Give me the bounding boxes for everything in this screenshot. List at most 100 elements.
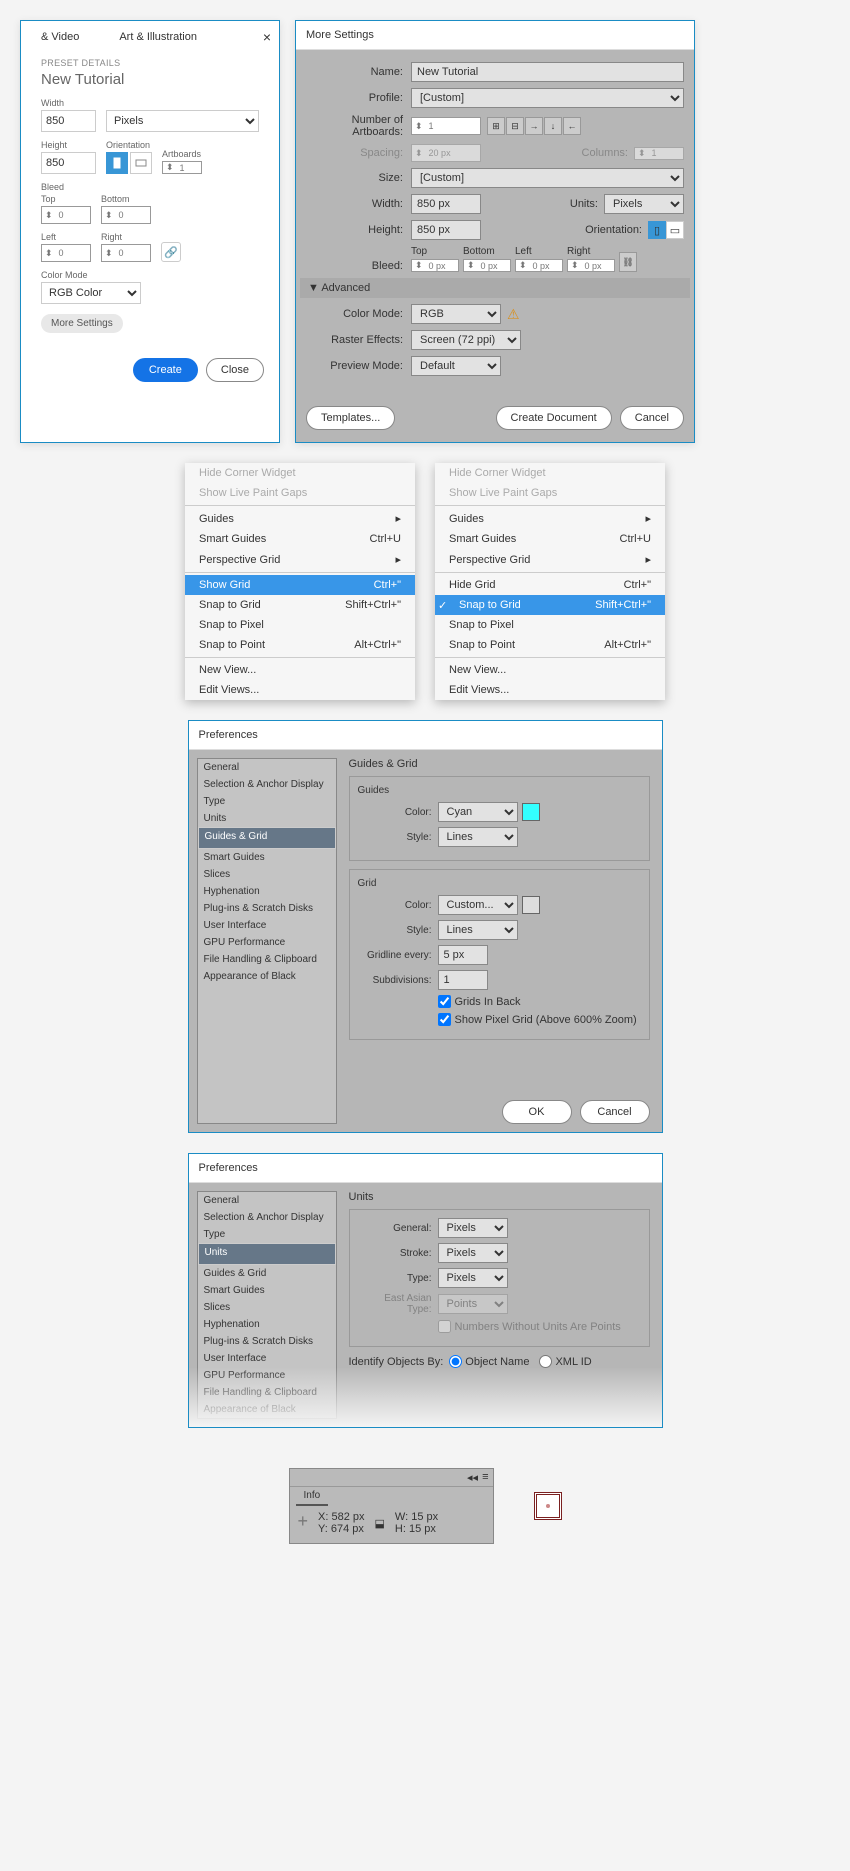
menu-perspective[interactable]: Perspective Grid▸ — [435, 549, 665, 570]
color-swatch[interactable] — [522, 803, 540, 821]
close-icon[interactable]: × — [263, 29, 271, 45]
menu-guides[interactable]: Guides▸ — [185, 508, 415, 529]
menu-new-view[interactable]: New View... — [435, 660, 665, 680]
cancel-button[interactable]: Cancel — [580, 1100, 650, 1124]
ms-units[interactable]: Pixels — [604, 194, 684, 214]
menu-snap-grid[interactable]: ✓Snap to GridShift+Ctrl+" — [435, 595, 665, 615]
profile-select[interactable]: [Custom] — [411, 88, 684, 108]
prefs-cat[interactable]: Guides & Grid — [198, 827, 336, 849]
info-tab[interactable]: Info — [296, 1487, 329, 1506]
units-stroke[interactable]: Pixels — [438, 1243, 508, 1263]
menu-new-view[interactable]: New View... — [185, 660, 415, 680]
artboards-count[interactable]: ⬍1 — [411, 117, 481, 135]
prefs-cat[interactable]: Selection & Anchor Display — [198, 776, 336, 793]
name-input[interactable] — [411, 62, 684, 82]
prefs-cat[interactable]: Units — [198, 1243, 336, 1265]
create-button[interactable]: Create — [133, 358, 198, 382]
prefs-cat[interactable]: Smart Guides — [198, 849, 336, 866]
artboards-stepper[interactable]: ⬍1 — [162, 161, 202, 174]
menu-guides[interactable]: Guides▸ — [435, 508, 665, 529]
units-select[interactable]: Pixels — [106, 110, 259, 132]
link-icon[interactable]: 🔗 — [161, 242, 181, 262]
menu-edit-views[interactable]: Edit Views... — [435, 680, 665, 700]
prefs-cat[interactable]: Hyphenation — [198, 1316, 336, 1333]
ms-width[interactable] — [411, 194, 481, 214]
collapse-icon[interactable]: ◂◂ — [467, 1471, 478, 1484]
cancel-button[interactable]: Cancel — [620, 406, 684, 430]
gridline-every[interactable] — [438, 945, 488, 965]
close-button[interactable]: Close — [206, 358, 264, 382]
landscape-icon[interactable]: ▭ — [666, 221, 684, 239]
shape-tool-icon[interactable] — [534, 1492, 562, 1520]
prefs-cat[interactable]: General — [198, 759, 336, 776]
raster-select[interactable]: Screen (72 ppi) — [411, 330, 521, 350]
ms-bleed-top[interactable]: ⬍0 px — [411, 259, 459, 272]
prefs-cat[interactable]: Plug-ins & Scratch Disks — [198, 1333, 336, 1350]
prefs-cat[interactable]: Plug-ins & Scratch Disks — [198, 900, 336, 917]
width-input[interactable] — [41, 110, 96, 132]
ms-colormode[interactable]: RGB — [411, 304, 501, 324]
grid-color[interactable]: Custom... — [438, 895, 518, 915]
menu-smart-guides[interactable]: Smart GuidesCtrl+U — [435, 529, 665, 549]
advanced-toggle[interactable]: ▼ Advanced — [300, 278, 690, 298]
grid-style[interactable]: Lines — [438, 920, 518, 940]
guides-color[interactable]: Cyan — [438, 802, 518, 822]
prefs-cat[interactable]: Type — [198, 793, 336, 810]
guides-style[interactable]: Lines — [438, 827, 518, 847]
ms-height[interactable] — [411, 220, 481, 240]
color-mode-select[interactable]: RGB Color — [41, 282, 141, 304]
menu-perspective[interactable]: Perspective Grid▸ — [185, 549, 415, 570]
prefs-cat[interactable]: User Interface — [198, 1350, 336, 1367]
grid-layout-icon[interactable]: ⊟ — [506, 117, 524, 135]
preview-select[interactable]: Default — [411, 356, 501, 376]
bleed-top[interactable]: ⬍0 — [41, 206, 91, 224]
bleed-left[interactable]: ⬍0 — [41, 244, 91, 262]
grids-in-back[interactable] — [438, 995, 451, 1008]
prefs-cat[interactable]: Type — [198, 1226, 336, 1243]
prefs-cat[interactable]: Appearance of Black — [198, 968, 336, 985]
prefs-cat[interactable]: Units — [198, 810, 336, 827]
menu-snap-pixel[interactable]: Snap to Pixel — [185, 615, 415, 635]
bleed-bottom[interactable]: ⬍0 — [101, 206, 151, 224]
menu-snap-point[interactable]: Snap to PointAlt+Ctrl+" — [435, 635, 665, 655]
menu-hide-grid[interactable]: Hide GridCtrl+" — [435, 575, 665, 595]
grid-layout-icon[interactable]: → — [525, 117, 543, 135]
create-document-button[interactable]: Create Document — [496, 406, 612, 430]
prefs-cat[interactable]: Selection & Anchor Display — [198, 1209, 336, 1226]
grid-layout-icon[interactable]: ← — [563, 117, 581, 135]
prefs-cat[interactable]: Guides & Grid — [198, 1265, 336, 1282]
menu-snap-pixel[interactable]: Snap to Pixel — [435, 615, 665, 635]
menu-snap-point[interactable]: Snap to PointAlt+Ctrl+" — [185, 635, 415, 655]
ms-bleed-bottom[interactable]: ⬍0 px — [463, 259, 511, 272]
grid-layout-icon[interactable]: ⊞ — [487, 117, 505, 135]
prefs-cat[interactable]: General — [198, 1192, 336, 1209]
prefs-cat[interactable]: Hyphenation — [198, 883, 336, 900]
size-select[interactable]: [Custom] — [411, 168, 684, 188]
ok-button[interactable]: OK — [502, 1100, 572, 1124]
templates-button[interactable]: Templates... — [306, 406, 395, 430]
menu-edit-views[interactable]: Edit Views... — [185, 680, 415, 700]
menu-smart-guides[interactable]: Smart GuidesCtrl+U — [185, 529, 415, 549]
grid-layout-icon[interactable]: ↓ — [544, 117, 562, 135]
prefs-cat[interactable]: User Interface — [198, 917, 336, 934]
menu-icon[interactable]: ≡ — [482, 1471, 488, 1484]
ms-bleed-right[interactable]: ⬍0 px — [567, 259, 615, 272]
menu-snap-grid[interactable]: Snap to GridShift+Ctrl+" — [185, 595, 415, 615]
portrait-icon[interactable]: ▯ — [648, 221, 666, 239]
color-swatch[interactable] — [522, 896, 540, 914]
more-settings-button[interactable]: More Settings — [41, 314, 123, 333]
menu-show-grid[interactable]: Show GridCtrl+" — [185, 575, 415, 595]
tab-art[interactable]: Art & Illustration — [119, 31, 197, 43]
prefs-cat[interactable]: Slices — [198, 866, 336, 883]
prefs-cat[interactable]: File Handling & Clipboard — [198, 951, 336, 968]
units-type[interactable]: Pixels — [438, 1268, 508, 1288]
doc-title[interactable]: New Tutorial — [41, 71, 259, 88]
landscape-icon[interactable] — [130, 152, 152, 174]
prefs-cat[interactable]: Slices — [198, 1299, 336, 1316]
portrait-icon[interactable] — [106, 152, 128, 174]
units-general[interactable]: Pixels — [438, 1218, 508, 1238]
prefs-cat[interactable]: Smart Guides — [198, 1282, 336, 1299]
height-input[interactable] — [41, 152, 96, 174]
prefs-cat[interactable]: GPU Performance — [198, 934, 336, 951]
tab-video[interactable]: & Video — [41, 31, 79, 43]
